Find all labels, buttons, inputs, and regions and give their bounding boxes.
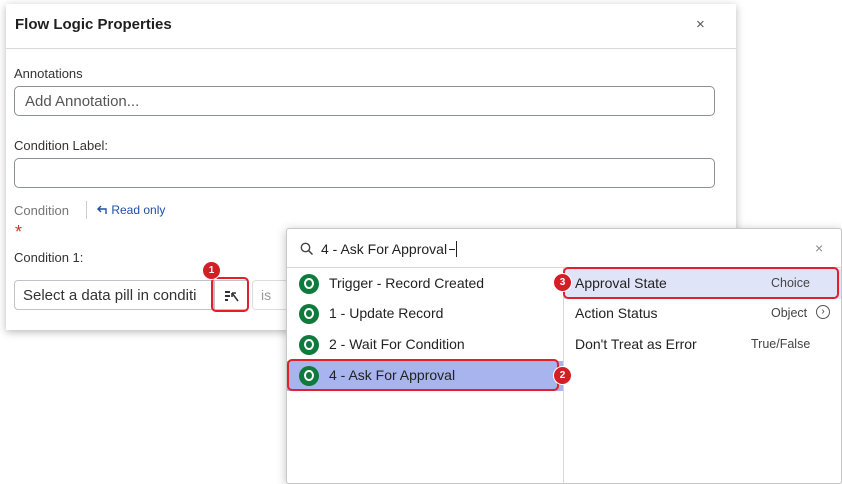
arrow-icon <box>449 249 456 250</box>
field-type: True/False <box>751 337 811 351</box>
undo-arrow-icon <box>97 205 107 214</box>
panel-header: Flow Logic Properties × <box>6 4 736 49</box>
close-icon[interactable]: × <box>815 240 823 256</box>
step-icon <box>299 274 319 294</box>
search-icon <box>300 242 314 256</box>
field-row[interactable]: Don't Treat as Error True/False <box>564 330 841 360</box>
step-icon <box>299 335 319 355</box>
field-name: Don't Treat as Error <box>575 336 697 352</box>
callout-highlight-2 <box>287 359 559 391</box>
field-row[interactable]: Action Status Object › <box>564 299 841 329</box>
field-name: Action Status <box>575 305 658 321</box>
chevron-right-icon[interactable]: › <box>816 305 830 319</box>
data-pill-input[interactable]: Select a data pill in conditi <box>14 280 214 310</box>
panel-title: Flow Logic Properties <box>15 16 172 33</box>
callout-highlight-1 <box>211 277 249 312</box>
search-input[interactable]: 4 - Ask For Approval <box>321 241 458 257</box>
list-item[interactable]: 2 - Wait For Condition <box>287 330 563 360</box>
step-icon <box>299 304 319 324</box>
required-marker: * <box>15 222 23 242</box>
list-item-label: 1 - Update Record <box>329 305 444 321</box>
condition-label-label: Condition Label: <box>14 138 108 153</box>
condition-1-label: Condition 1: <box>14 250 84 265</box>
close-icon[interactable]: × <box>696 16 705 33</box>
field-type: Object <box>771 306 808 320</box>
search-row: 4 - Ask For Approval × <box>287 229 841 268</box>
callout-badge-2: 2 <box>553 366 572 385</box>
callout-badge-3: 3 <box>553 273 572 292</box>
list-item-label: Trigger - Record Created <box>329 275 485 291</box>
list-item[interactable]: 1 - Update Record <box>287 299 563 329</box>
callout-badge-1: 1 <box>202 261 221 280</box>
condition-label: Condition <box>14 203 69 218</box>
search-value: 4 - Ask For Approval <box>321 241 448 257</box>
list-item-label: 2 - Wait For Condition <box>329 336 465 352</box>
read-only-label: Read only <box>111 203 166 217</box>
annotations-label: Annotations <box>14 66 83 81</box>
annotation-input[interactable] <box>14 86 715 116</box>
list-item[interactable]: Trigger - Record Created <box>287 269 563 299</box>
text-cursor <box>456 241 458 257</box>
condition-label-input[interactable] <box>14 158 715 188</box>
read-only-link[interactable]: Read only <box>96 203 165 217</box>
callout-highlight-3 <box>563 267 839 299</box>
divider <box>86 201 87 219</box>
